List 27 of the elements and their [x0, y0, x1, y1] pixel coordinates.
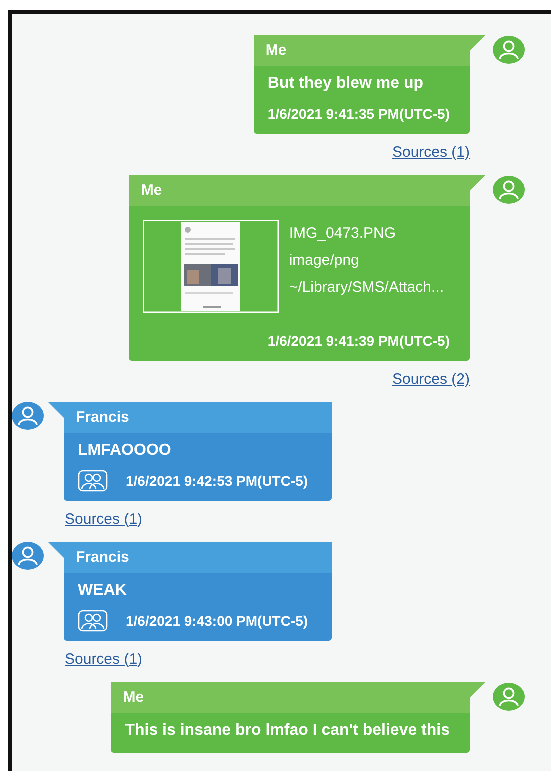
timestamp: 1/6/2021 9:41:35 PM(UTC-5) — [268, 106, 450, 122]
message-text: LMFAOOOO — [78, 441, 172, 461]
sources-link[interactable]: Sources (2) — [392, 371, 470, 388]
timestamp: 1/6/2021 9:43:00 PM(UTC-5) — [126, 613, 308, 629]
avatar-icon — [493, 683, 525, 711]
message-text: This is insane bro lmfao I can't believe this — [125, 721, 450, 741]
timestamp: 1/6/2021 9:42:53 PM(UTC-5) — [126, 473, 308, 489]
sender-name: Me — [123, 689, 144, 706]
file-name: IMG_0473.PNG — [289, 224, 398, 244]
message-text: WEAK — [78, 581, 128, 601]
group-icon — [78, 470, 108, 492]
sources-link[interactable]: Sources (1) — [392, 144, 470, 161]
sender-name: Me — [141, 182, 162, 199]
timestamp: 1/6/2021 9:41:39 PM(UTC-5) — [268, 333, 450, 349]
message-text: But they blew me up — [268, 74, 424, 94]
avatar-icon — [12, 402, 44, 430]
sender-name: Me — [266, 42, 287, 59]
avatar-icon — [493, 176, 525, 204]
sender-name: Francis — [76, 409, 130, 426]
sources-link[interactable]: Sources (1) — [65, 651, 143, 668]
file-path: ~/Library/SMS/Attach... — [289, 278, 444, 298]
avatar-icon — [12, 542, 44, 570]
avatar-icon — [493, 36, 525, 64]
sources-link[interactable]: Sources (1) — [65, 511, 143, 528]
sender-name: Francis — [76, 549, 130, 566]
group-icon — [78, 610, 108, 632]
file-type: image/png — [289, 251, 360, 271]
